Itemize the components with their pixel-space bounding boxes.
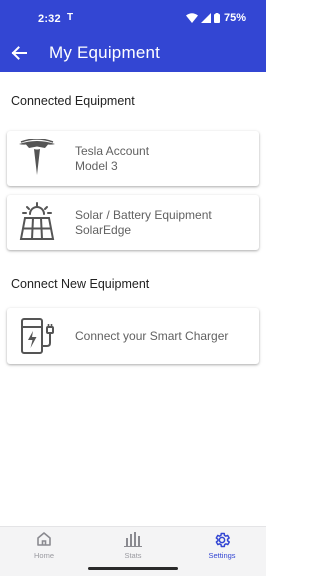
solar-battery-card[interactable]: Solar / Battery Equipment SolarEdge — [7, 195, 259, 250]
status-indicators: 75% — [185, 12, 246, 24]
nav-stats[interactable]: Stats — [89, 527, 177, 563]
battery-percent: 75% — [223, 12, 246, 24]
card-subtitle: SolarEdge — [75, 223, 132, 237]
gesture-handle[interactable] — [88, 567, 178, 570]
settings-gear-icon — [215, 532, 231, 548]
back-button[interactable] — [8, 42, 30, 64]
gesture-bar-area — [0, 562, 266, 576]
arrow-left-icon — [11, 46, 27, 60]
wifi-icon — [185, 13, 198, 23]
tesla-account-card[interactable]: Tesla Account Model 3 — [7, 131, 259, 186]
connect-smart-charger-card[interactable]: Connect your Smart Charger — [7, 308, 259, 364]
battery-icon — [213, 13, 220, 23]
nav-settings-label: Settings — [208, 551, 236, 560]
status-bar: 2:32 T 75% — [0, 0, 266, 34]
connect-new-equipment-heading: Connect New Equipment — [11, 277, 150, 291]
stats-icon — [124, 532, 142, 547]
tesla-notification-icon: T — [67, 12, 74, 23]
card-title: Connect your Smart Charger — [75, 329, 229, 343]
bottom-navigation: Home Stats Settings — [0, 526, 266, 562]
connected-equipment-heading: Connected Equipment — [11, 94, 135, 108]
nav-stats-label: Stats — [124, 551, 142, 560]
tesla-logo-icon — [17, 138, 57, 182]
solar-panel-icon — [17, 201, 57, 248]
nav-home-label: Home — [33, 551, 54, 560]
signal-icon — [200, 13, 211, 23]
nav-settings[interactable]: Settings — [178, 527, 266, 563]
app-bar: My Equipment — [0, 34, 266, 72]
page-title: My Equipment — [49, 43, 161, 62]
home-icon — [37, 532, 51, 546]
ev-charger-icon — [17, 316, 61, 361]
card-title: Solar / Battery Equipment — [75, 208, 212, 222]
nav-home[interactable]: Home — [0, 527, 88, 563]
status-time: 2:32 — [38, 13, 61, 25]
card-title: Tesla Account — [75, 144, 150, 158]
card-subtitle: Model 3 — [75, 159, 118, 173]
